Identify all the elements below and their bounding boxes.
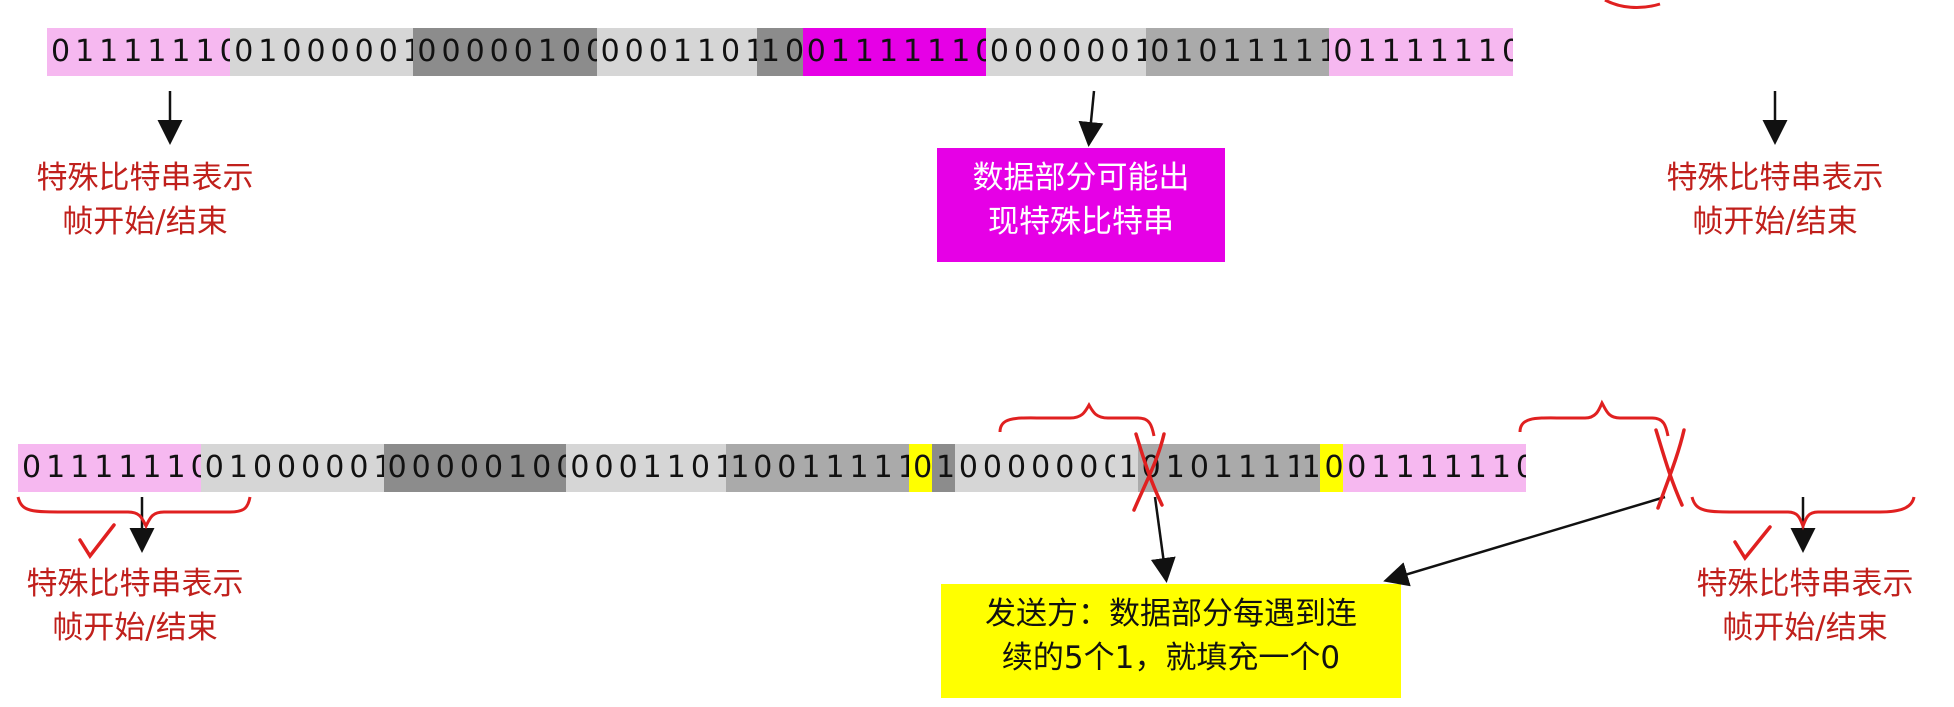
label-line: 帧开始/结束 bbox=[52, 610, 218, 646]
top-scribble-mark bbox=[1604, 0, 1661, 9]
stuffed-bit-arrow-2 bbox=[1383, 495, 1666, 587]
row1-right-flag-label: 特殊比特串表示 帧开始/结束 bbox=[1635, 156, 1915, 244]
label-line: 特殊比特串表示 bbox=[1696, 566, 1914, 602]
bit-segment-light-gray: 0001101 bbox=[596, 28, 757, 76]
bit-segment-flag: 01111110 bbox=[1329, 28, 1513, 76]
bit-segment-dark-gray: 00000100 bbox=[383, 444, 567, 492]
bit-segment-mid-gray: 0101111 bbox=[1137, 444, 1298, 492]
bit-segment-light-gray: 0000001 bbox=[985, 28, 1147, 76]
label-line: 特殊比特串表示 bbox=[26, 566, 244, 602]
left-checkmark-icon bbox=[78, 523, 116, 560]
bit-segment-light-gray: 0000000 bbox=[954, 444, 1115, 492]
bit-segment-mid-gray: 1 bbox=[726, 444, 750, 492]
row2-right-flag-label: 特殊比特串表示 帧开始/结束 bbox=[1665, 562, 1945, 650]
bit-segment-light-gray: 0001101 bbox=[566, 444, 727, 492]
right-checkmark-icon bbox=[1733, 525, 1772, 562]
callout-line: 数据部分可能出 bbox=[972, 160, 1190, 196]
sender-stuffing-rule-callout: 发送方：数据部分每遇到连 续的5个1，就填充一个0 bbox=[941, 584, 1401, 698]
bit-segment-dark-gray: 10 bbox=[756, 28, 803, 76]
label-line: 特殊比特串表示 bbox=[36, 160, 254, 196]
bit-segment-magenta: 01111110 bbox=[802, 28, 986, 76]
callout-line: 续的5个1，就填充一个0 bbox=[1001, 640, 1341, 676]
stuffed-bit-cross-2 bbox=[1654, 428, 1686, 510]
bit-segment-flag: 01111110 bbox=[18, 444, 201, 492]
bit-segment-mid-gray: 0011111 bbox=[749, 444, 910, 492]
bit-segment-dark-gray: 1 bbox=[932, 444, 955, 492]
row2-left-flag-label: 特殊比特串表示 帧开始/结束 bbox=[0, 562, 270, 650]
bit-segment-flag: 01111110 bbox=[1343, 444, 1527, 492]
label-line: 帧开始/结束 bbox=[1692, 204, 1858, 240]
bit-segment-light-gray: 01000001 bbox=[200, 444, 384, 492]
left-flag-underline-brace bbox=[16, 496, 252, 530]
stuffed-bit-arrow-1 bbox=[1150, 496, 1176, 583]
bit-segment-yellow: 0 bbox=[909, 444, 932, 492]
label-line: 帧开始/结束 bbox=[1722, 610, 1888, 646]
bit-stuffing-diagram: 01111110 01000001 00000100 0001101 10 0111111… bbox=[0, 0, 1954, 707]
label-line: 帧开始/结束 bbox=[62, 204, 228, 240]
bit-segment-dark-gray: 00000100 bbox=[413, 28, 597, 76]
label-line: 特殊比特串表示 bbox=[1666, 160, 1884, 196]
bit-segment-light-gray: 1 bbox=[1114, 444, 1138, 492]
callout-line: 发送方：数据部分每遇到连 bbox=[985, 596, 1357, 632]
five-ones-brace-2 bbox=[1518, 399, 1670, 437]
callout-line: 现特殊比特串 bbox=[988, 204, 1174, 240]
bit-segment-light-gray: 01000001 bbox=[230, 28, 414, 76]
right-flag-underline-brace bbox=[1690, 496, 1916, 531]
bit-segment-yellow: 0 bbox=[1320, 444, 1344, 492]
row1-data-flag-callout: 数据部分可能出 现特殊比特串 bbox=[937, 148, 1225, 262]
row1-left-flag-label: 特殊比特串表示 帧开始/结束 bbox=[10, 156, 280, 244]
bit-segment-mid-gray: 01011111 bbox=[1146, 28, 1330, 76]
row1-middle-arrow bbox=[1078, 90, 1104, 147]
five-ones-brace-1 bbox=[998, 401, 1156, 437]
bit-segment-mid-gray: 1 bbox=[1297, 444, 1321, 492]
bit-segment-flag: 01111110 bbox=[47, 28, 231, 76]
